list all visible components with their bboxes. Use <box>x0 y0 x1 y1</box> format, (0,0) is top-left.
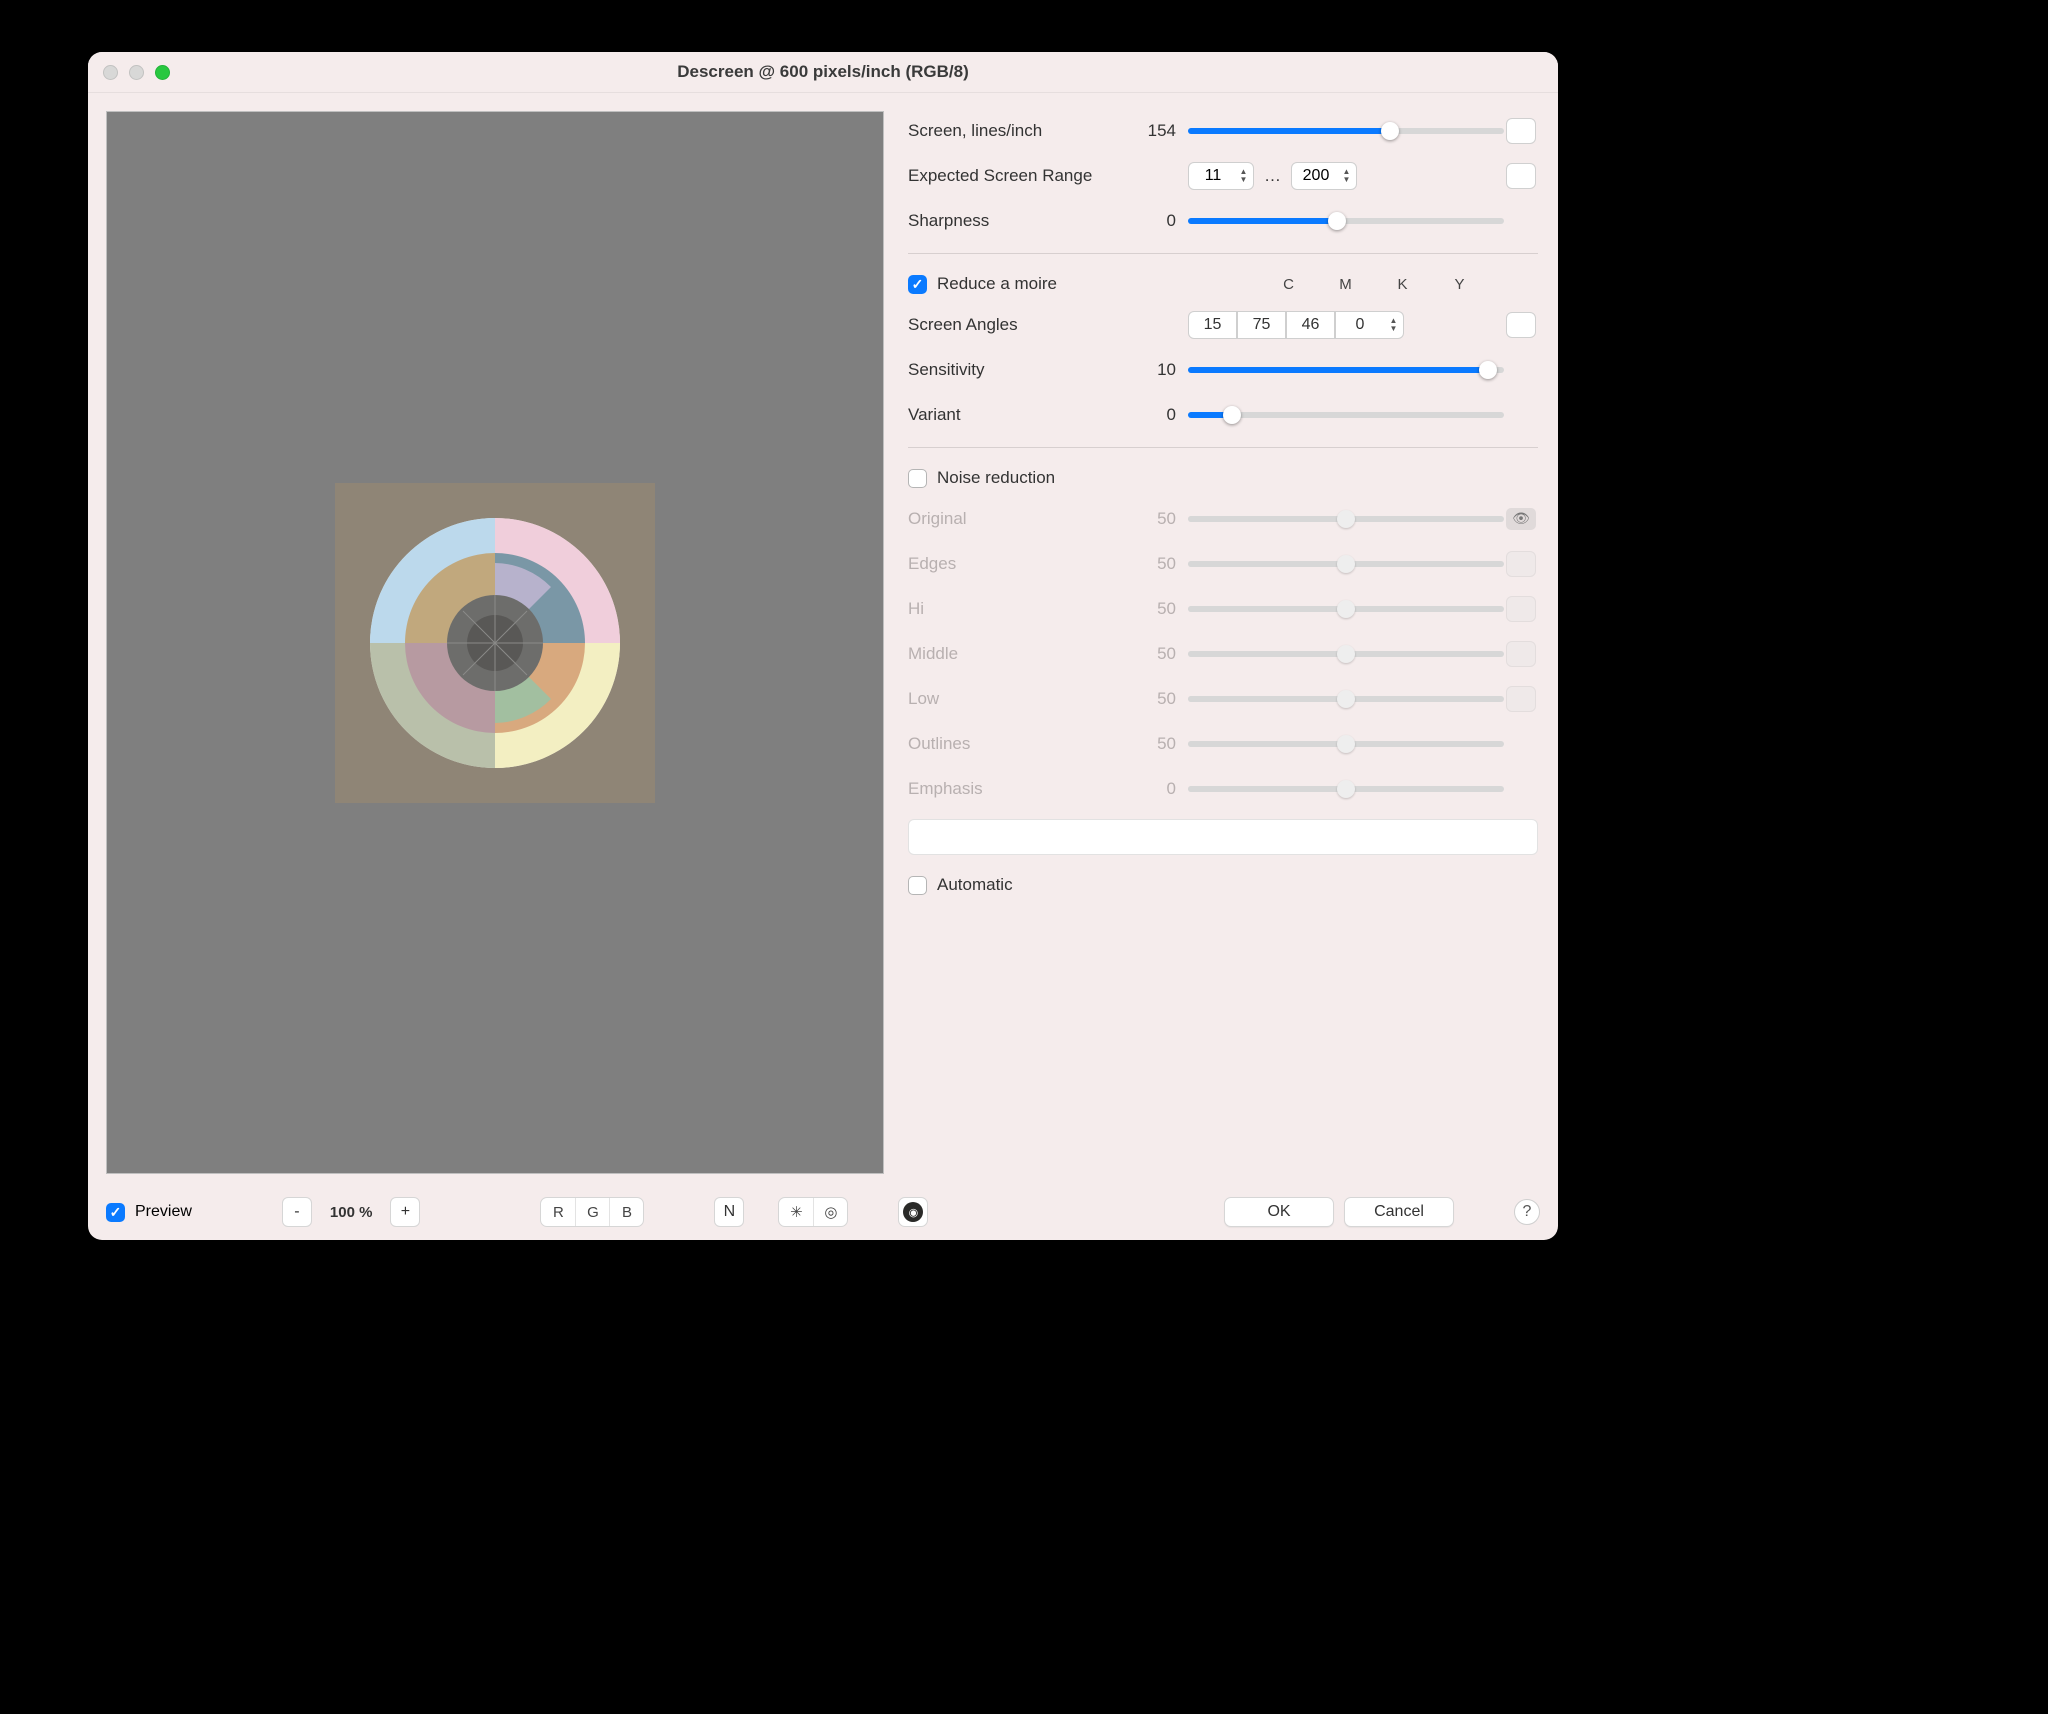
nr-original-slider <box>1188 516 1504 522</box>
expected-range-label: Expected Screen Range <box>908 166 1138 186</box>
nr-hi-label: Hi <box>908 599 1138 619</box>
preview-sample-image <box>335 483 655 803</box>
angle-header-y: Y <box>1436 276 1483 293</box>
screen-lines-label: Screen, lines/inch <box>908 121 1138 141</box>
sparkle-icon: ✳ <box>790 1203 803 1221</box>
range-separator: … <box>1264 166 1281 186</box>
nr-hi-slider <box>1188 606 1504 612</box>
nr-low-slider <box>1188 696 1504 702</box>
nr-edges-value: 50 <box>1138 554 1188 574</box>
sensitivity-label: Sensitivity <box>908 360 1138 380</box>
screen-angles-extra-button[interactable] <box>1506 312 1536 338</box>
seg-r-button[interactable]: R <box>541 1198 575 1226</box>
nr-original-value: 50 <box>1138 509 1188 529</box>
nr-hi-extra-button <box>1506 596 1536 622</box>
nr-middle-label: Middle <box>908 644 1138 664</box>
sharpness-slider[interactable] <box>1188 218 1504 224</box>
automatic-label: Automatic <box>937 875 1013 895</box>
noise-reduction-label: Noise reduction <box>937 468 1055 488</box>
help-button[interactable]: ? <box>1514 1199 1540 1225</box>
titlebar: Descreen @ 600 pixels/inch (RGB/8) <box>88 52 1558 93</box>
status-bar <box>908 819 1538 855</box>
sensitivity-slider[interactable] <box>1188 367 1504 373</box>
screen-angles-input-group[interactable]: 15 75 46 0 ▲▼ <box>1188 311 1404 339</box>
reduce-moire-checkbox[interactable] <box>908 275 927 294</box>
preview-viewport[interactable] <box>106 111 884 1174</box>
angle-header-m: M <box>1322 276 1369 293</box>
seg-star-button[interactable]: ✳ <box>779 1198 813 1226</box>
automatic-checkbox[interactable] <box>908 876 927 895</box>
target-icon: ◉ <box>903 1202 923 1222</box>
zoom-level-label: 100 % <box>322 1204 381 1221</box>
eye-icon[interactable]: 👁 <box>1506 508 1536 530</box>
nr-outlines-slider <box>1188 741 1504 747</box>
expected-range-min[interactable]: ▲▼ <box>1188 162 1254 190</box>
nr-edges-extra-button <box>1506 551 1536 577</box>
zoom-out-button[interactable]: - <box>282 1197 312 1227</box>
stepper-arrows-icon[interactable]: ▲▼ <box>1340 168 1356 184</box>
nr-edges-slider <box>1188 561 1504 567</box>
angle-c-input[interactable]: 15 <box>1188 311 1237 339</box>
nr-low-value: 50 <box>1138 689 1188 709</box>
screen-lines-slider[interactable] <box>1188 128 1504 134</box>
nr-middle-extra-button <box>1506 641 1536 667</box>
nr-middle-value: 50 <box>1138 644 1188 664</box>
nr-emphasis-value: 0 <box>1138 779 1188 799</box>
dialog-window: Descreen @ 600 pixels/inch (RGB/8) <box>88 52 1558 1240</box>
sensitivity-value: 10 <box>1138 360 1188 380</box>
seg-b-button[interactable]: B <box>609 1198 643 1226</box>
preview-checkbox[interactable] <box>106 1203 125 1222</box>
nr-hi-value: 50 <box>1138 599 1188 619</box>
cancel-button[interactable]: Cancel <box>1344 1197 1454 1227</box>
angle-header-k: K <box>1379 276 1426 293</box>
sharpness-label: Sharpness <box>908 211 1138 231</box>
expected-range-extra-button[interactable] <box>1506 163 1536 189</box>
screen-lines-value: 154 <box>1138 121 1188 141</box>
expected-range-max-input[interactable] <box>1292 167 1340 185</box>
nr-outlines-value: 50 <box>1138 734 1188 754</box>
angle-m-input[interactable]: 75 <box>1237 311 1286 339</box>
expected-range-min-input[interactable] <box>1189 167 1237 185</box>
seg-n-button[interactable]: N <box>714 1197 744 1227</box>
screen-lines-extra-button[interactable] <box>1506 118 1536 144</box>
angle-header-c: C <box>1265 276 1312 293</box>
ring-icon: ◎ <box>824 1203 837 1221</box>
nr-edges-label: Edges <box>908 554 1138 574</box>
seg-ring-button[interactable]: ◎ <box>813 1198 847 1226</box>
ok-button[interactable]: OK <box>1224 1197 1334 1227</box>
variant-label: Variant <box>908 405 1138 425</box>
reduce-moire-label: Reduce a moire <box>937 274 1057 294</box>
stepper-arrows-icon[interactable]: ▲▼ <box>1237 168 1253 184</box>
expected-range-max[interactable]: ▲▼ <box>1291 162 1357 190</box>
highlight-segmented[interactable]: ✳ ◎ <box>778 1197 848 1227</box>
seg-g-button[interactable]: G <box>575 1198 609 1226</box>
nr-low-label: Low <box>908 689 1138 709</box>
channel-segmented[interactable]: R G B <box>540 1197 644 1227</box>
nr-outlines-label: Outlines <box>908 734 1138 754</box>
nr-emphasis-label: Emphasis <box>908 779 1138 799</box>
angle-k-input[interactable]: 46 <box>1286 311 1335 339</box>
angle-y-input[interactable]: 0 <box>1335 311 1384 339</box>
target-button[interactable]: ◉ <box>898 1197 928 1227</box>
nr-middle-slider <box>1188 651 1504 657</box>
preview-label: Preview <box>135 1203 192 1221</box>
angle-stepper-icon[interactable]: ▲▼ <box>1384 311 1404 339</box>
nr-original-label: Original <box>908 509 1138 529</box>
nr-low-extra-button <box>1506 686 1536 712</box>
nr-emphasis-slider <box>1188 786 1504 792</box>
bottom-toolbar: Preview - 100 % + R G B N ✳ ◎ ◉ OK Cance… <box>88 1184 1558 1240</box>
variant-value: 0 <box>1138 405 1188 425</box>
zoom-in-button[interactable]: + <box>390 1197 420 1227</box>
screen-angles-label: Screen Angles <box>908 315 1138 335</box>
variant-slider[interactable] <box>1188 412 1504 418</box>
window-title: Descreen @ 600 pixels/inch (RGB/8) <box>88 62 1558 82</box>
sharpness-value: 0 <box>1138 211 1188 231</box>
noise-reduction-checkbox[interactable] <box>908 469 927 488</box>
